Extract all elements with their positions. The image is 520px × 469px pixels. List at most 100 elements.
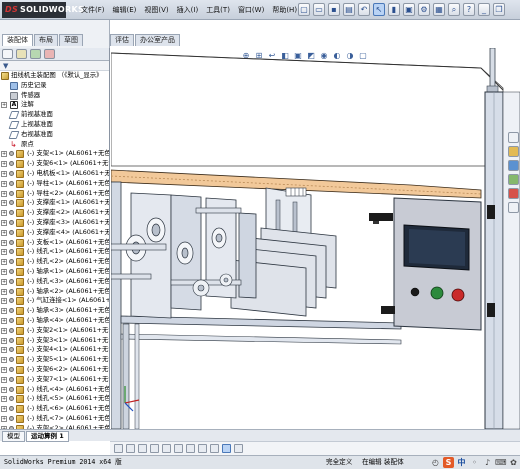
feature-tree-icon[interactable] [2,49,13,59]
zoom-to-fit-icon[interactable]: ⊕ [241,51,251,61]
expand-icon[interactable]: + [1,406,7,413]
expand-icon[interactable]: + [1,298,7,305]
hide-show-icon[interactable]: ◉ [319,51,329,61]
open-icon[interactable]: ▭ [313,3,325,16]
tree-item[interactable]: 上视基准面 [0,120,109,130]
minimize-icon[interactable]: _ [478,3,490,16]
undo-icon[interactable]: ↶ [358,3,370,16]
expand-icon[interactable]: + [1,151,7,158]
expand-icon[interactable]: + [1,308,7,315]
solidworks-logo[interactable]: DS SOLIDWORKS [2,2,84,18]
tree-item[interactable]: + (-) 线孔<7> (AL6061+无色 [0,414,109,424]
display-manager-icon[interactable] [44,49,55,59]
tab-layout[interactable]: 布局 [34,34,58,46]
tab-sketch[interactable]: 草图 [59,34,83,46]
expand-icon[interactable]: + [1,357,7,364]
expand-icon[interactable]: + [1,337,7,344]
punctuation-icon[interactable]: ◦ [469,457,480,468]
graphics-area[interactable]: ⊕ ⊞ ↩ ◧ ▣ ◩ ◉ ◐ ◑ ▢ [111,48,520,429]
expand-icon[interactable]: + [1,415,7,422]
expand-icon[interactable]: + [1,376,7,383]
tab-motion-study-1[interactable]: 运动算例 1 [26,431,69,442]
expand-icon[interactable]: + [1,396,7,403]
view-orientation-icon[interactable]: ▣ [293,51,303,61]
design-library-icon[interactable] [507,146,519,157]
tree-item[interactable]: + (-) 支架6<1> (AL6061+无色 [0,159,109,169]
filter-bar[interactable]: ▼ [0,61,109,71]
tree-item[interactable]: + (-) 线孔<5> (AL6061+无色 [0,394,109,404]
perspective-icon[interactable] [198,444,207,453]
expand-icon[interactable]: + [1,259,7,266]
pan-icon[interactable] [114,444,123,453]
tab-office-products[interactable]: 办公室产品 [135,34,180,46]
zoom-icon[interactable] [138,444,147,453]
tree-item[interactable]: + (-) 线孔<6> (AL6061+无色 [0,404,109,414]
tab-model[interactable]: 模型 [2,431,25,442]
expand-icon[interactable]: + [1,190,7,197]
expand-icon[interactable]: + [1,268,7,275]
tree-root[interactable]: 扭线机主装配图 （《默认_显示》 [0,71,109,81]
tree-item[interactable]: + (-) 支撑座<1> (AL6061+无 [0,198,109,208]
tree-item[interactable]: + A 注解 [0,100,109,110]
ime-zh-icon[interactable]: 中 [456,457,467,468]
tree-item[interactable]: + (-) 轴承<1> (AL6061+无色 [0,267,109,277]
tree-item[interactable]: 右视基准面 [0,130,109,140]
mic-icon[interactable]: ♪ [482,457,493,468]
file-explorer-icon[interactable] [507,160,519,171]
tree-item[interactable]: + (-) 导柱<1> (AL6061+无色 [0,179,109,189]
expand-icon[interactable]: + [1,180,7,187]
options-icon[interactable]: ⚙ [418,3,430,16]
tree-item[interactable]: + (-) 支板<1> (AL6061+无色 [0,238,109,248]
home-icon[interactable] [507,132,519,143]
expand-icon[interactable]: + [1,219,7,226]
realview-icon[interactable] [222,444,231,453]
tree-item[interactable]: + (-) 支架4<1> (AL6061+无色 [0,345,109,355]
tree-item[interactable]: + (-) 支架7<1> (AL6061+无色 [0,375,109,385]
expand-icon[interactable]: + [1,288,7,295]
menu-edit[interactable]: 编辑(E) [112,4,138,16]
tree-item[interactable]: + (-) 线孔<2> (AL6061+无色 [0,257,109,267]
assembly-model-view[interactable] [111,48,520,429]
appearances-icon[interactable] [507,188,519,199]
skin-icon[interactable]: ✿ [508,457,519,468]
tree-item[interactable]: + (-) 电机板<1> (AL6061+无色 [0,169,109,179]
expand-icon[interactable]: + [1,249,7,256]
rebuild-status-icon[interactable]: ◴ [430,457,441,468]
tree-item[interactable]: + (-) 支撑座<3> (AL6061+无 [0,218,109,228]
tree-item[interactable]: + (-) 支撑座<4> (AL6061+无 [0,228,109,238]
display-style-icon[interactable]: ◩ [306,51,316,61]
tree-item[interactable]: + (-) 导柱<2> (AL6061+无色 [0,189,109,199]
configuration-manager-icon[interactable] [30,49,41,59]
menu-view[interactable]: 视图(V) [143,4,169,16]
select-icon[interactable]: ↖ [373,3,385,16]
tree-item[interactable]: + (-) 线孔<4> (AL6061+无色 [0,385,109,395]
expand-icon[interactable]: + [1,366,7,373]
expand-icon[interactable]: + [1,161,7,168]
rotate-icon[interactable] [126,444,135,453]
print-icon[interactable]: ▤ [343,3,355,16]
help-icon[interactable]: ? [463,3,475,16]
file-props-icon[interactable]: ▣ [403,3,415,16]
property-manager-icon[interactable] [16,49,27,59]
wireframe-icon[interactable] [150,444,159,453]
tab-assembly[interactable]: 装配体 [2,34,33,46]
menu-insert[interactable]: 插入(I) [176,4,200,16]
menu-window[interactable]: 窗口(W) [237,4,265,16]
expand-icon[interactable]: + [1,386,7,393]
view-settings-icon[interactable]: ▢ [358,51,368,61]
new-doc-icon[interactable]: ▢ [298,3,310,16]
expand-icon[interactable]: + [1,317,7,324]
search-icon[interactable]: ⌕ [448,3,460,16]
tree-item[interactable]: + (-) 支架6<2> (AL6061+无色 [0,365,109,375]
expand-icon[interactable]: + [1,229,7,236]
tree-item[interactable]: + (-) 轴承<4> (AL6061+无色 [0,316,109,326]
expand-icon[interactable]: + [1,327,7,334]
tree-item[interactable]: + (-) 轴承<3> (AL6061+无色 [0,306,109,316]
shadows-icon[interactable] [210,444,219,453]
tree-item[interactable]: 传感器 [0,91,109,101]
tree-item[interactable]: + (-) 气缸连接<1> (AL6061+无 [0,296,109,306]
previous-view-icon[interactable]: ↩ [267,51,277,61]
apply-scene-icon[interactable]: ◑ [345,51,355,61]
expand-icon[interactable]: + [1,278,7,285]
tree-item[interactable]: + (-) 线孔<3> (AL6061+无色 [0,277,109,287]
